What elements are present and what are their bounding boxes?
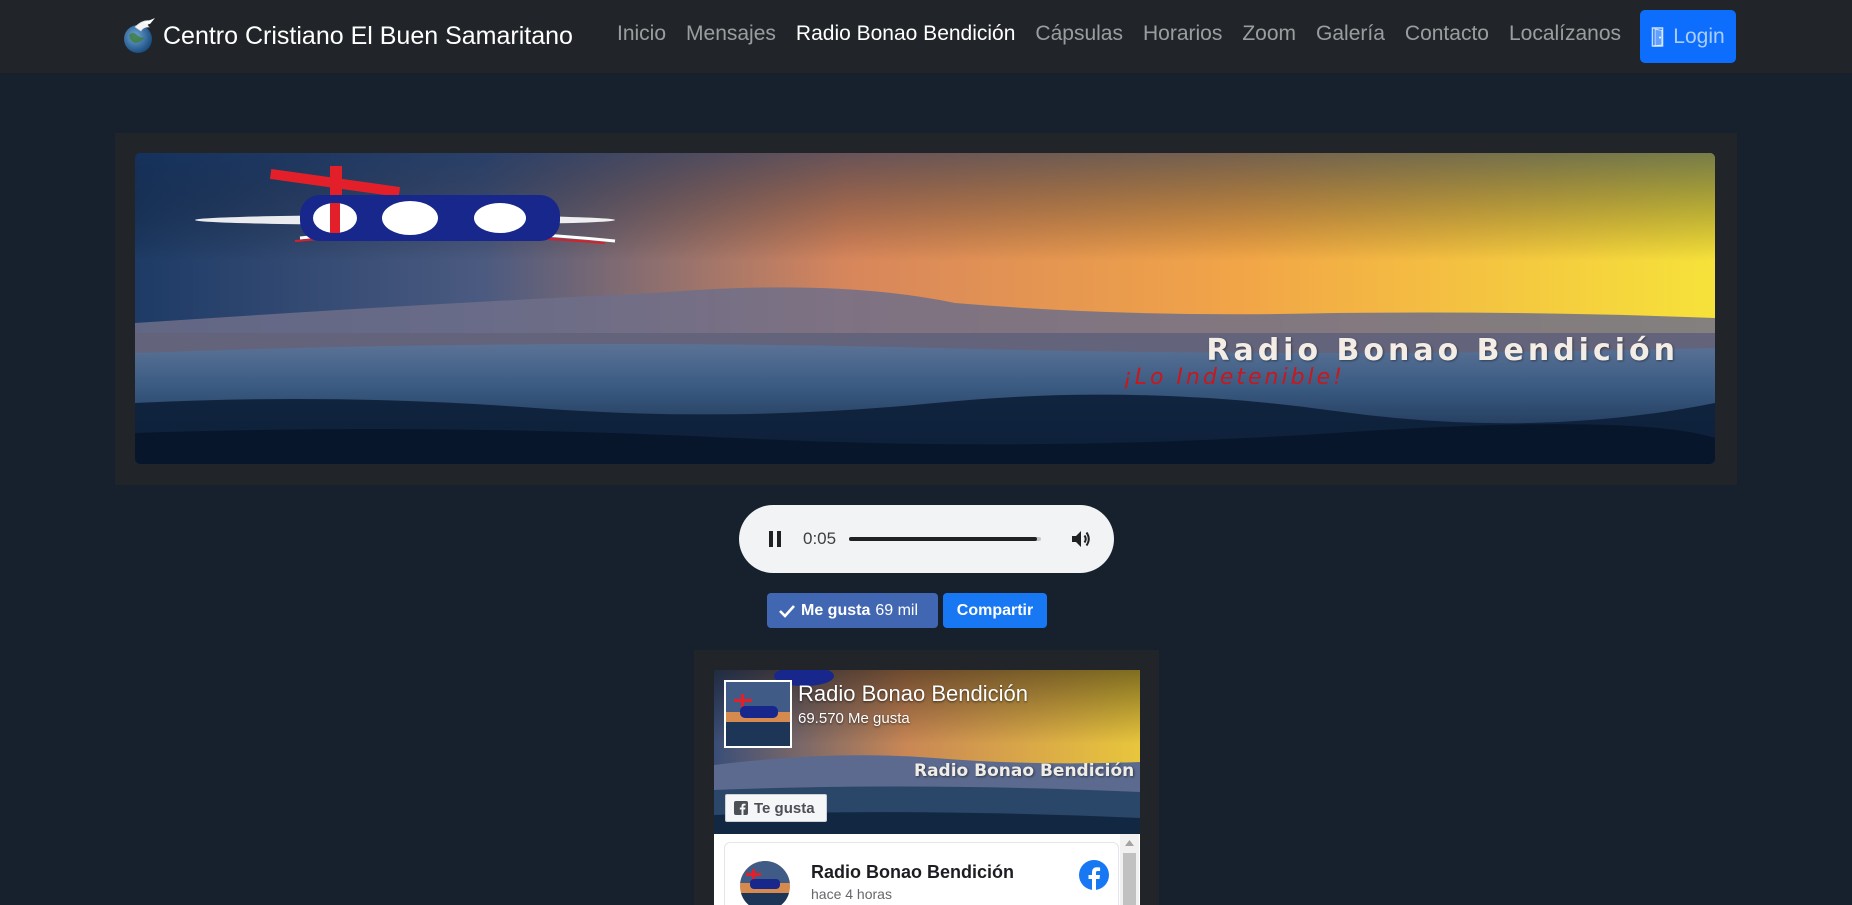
- fb-timeline-feed: Radio Bonao Bendición hace 4 horas: [714, 834, 1140, 905]
- door-icon: [1651, 26, 1664, 47]
- fb-share-button[interactable]: Compartir: [943, 593, 1047, 628]
- like-label: Me gusta: [801, 601, 871, 619]
- nav-item-radio-bonao-bendicion[interactable]: Radio Bonao Bendición: [796, 22, 1016, 46]
- brand-name: Centro Cristiano El Buen Samaritano: [163, 21, 573, 50]
- audio-progress-fill: [849, 537, 1038, 541]
- fb-post: Radio Bonao Bendición hace 4 horas: [724, 842, 1119, 905]
- volume-icon[interactable]: [1069, 527, 1093, 551]
- like-count: 69 mil: [875, 601, 919, 619]
- nav-item-galeria[interactable]: Galería: [1316, 22, 1385, 46]
- fb-like-button[interactable]: Me gusta 69 mil: [767, 593, 938, 628]
- fb-cover-title: Radio Bonao Bendición: [914, 761, 1135, 781]
- banner-title: Radio Bonao Bendición: [1206, 333, 1679, 368]
- fb-te-gusta-button[interactable]: Te gusta: [725, 794, 827, 822]
- chevron-up-icon: [1125, 839, 1134, 846]
- radio-banner-image: Radio Bonao Bendición ¡Lo Indetenible!: [135, 153, 1715, 464]
- facebook-logo-icon[interactable]: [1079, 860, 1109, 890]
- fb-cover-image[interactable]: Radio Bonao Bendición Radio Bonao Bendic…: [714, 670, 1140, 834]
- check-icon: [779, 604, 795, 618]
- main-nav: Inicio Mensajes Radio Bonao Bendición Cá…: [617, 22, 1641, 46]
- facebook-square-icon: [734, 801, 748, 815]
- nav-item-capsulas[interactable]: Cápsulas: [1035, 22, 1123, 46]
- fb-post-avatar[interactable]: [740, 861, 790, 905]
- pause-icon: [769, 531, 781, 547]
- scrollbar-thumb[interactable]: [1123, 853, 1136, 905]
- brand-link[interactable]: Centro Cristiano El Buen Samaritano: [121, 16, 573, 56]
- te-gusta-label: Te gusta: [754, 799, 815, 817]
- nav-item-contacto[interactable]: Contacto: [1405, 22, 1489, 46]
- nav-item-localizanos[interactable]: Localízanos: [1509, 22, 1621, 46]
- navbar: Centro Cristiano El Buen Samaritano Inic…: [0, 0, 1852, 73]
- scroll-up-arrow-icon[interactable]: [1120, 834, 1139, 851]
- radio-800-thumb: [726, 682, 790, 746]
- nav-item-mensajes[interactable]: Mensajes: [686, 22, 776, 46]
- audio-current-time: 0:05: [803, 529, 837, 548]
- fb-page-likes: 69.570 Me gusta: [798, 710, 910, 727]
- nav-item-inicio[interactable]: Inicio: [617, 22, 666, 46]
- sunset-landscape-image: [135, 153, 1715, 464]
- facebook-page-widget: Radio Bonao Bendición Radio Bonao Bendic…: [694, 650, 1159, 905]
- radio-800-avatar: [740, 861, 790, 905]
- audio-player: 0:05: [739, 505, 1114, 573]
- login-label: Login: [1673, 24, 1725, 48]
- banner-subtitle: ¡Lo Indetenible!: [1122, 365, 1345, 390]
- fb-page-thumbnail[interactable]: [724, 680, 792, 748]
- banner-card: Radio Bonao Bendición ¡Lo Indetenible!: [115, 133, 1737, 485]
- fb-feed-scrollbar[interactable]: [1120, 834, 1139, 905]
- pause-button[interactable]: [763, 527, 787, 551]
- audio-seek-slider[interactable]: [849, 537, 1041, 541]
- fb-post-time[interactable]: hace 4 horas: [811, 886, 892, 902]
- share-label: Compartir: [956, 601, 1034, 619]
- login-button[interactable]: Login: [1640, 10, 1736, 63]
- nav-item-horarios[interactable]: Horarios: [1143, 22, 1222, 46]
- fb-post-author[interactable]: Radio Bonao Bendición: [811, 862, 1014, 883]
- fb-page-name[interactable]: Radio Bonao Bendición: [798, 681, 1028, 707]
- globe-dove-icon: [124, 18, 155, 53]
- nav-item-zoom[interactable]: Zoom: [1242, 22, 1296, 46]
